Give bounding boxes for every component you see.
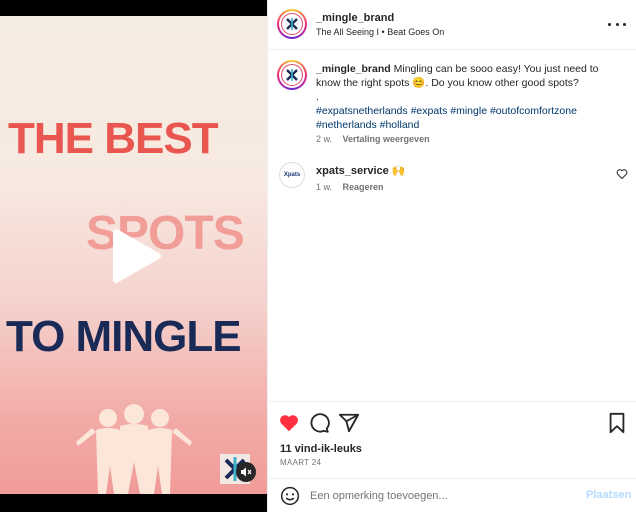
header-avatar[interactable] xyxy=(277,9,307,39)
video-player[interactable]: THE BEST SPOTS TO MINGLE xyxy=(0,16,267,494)
video-text-line1: THE BEST xyxy=(8,114,219,163)
heart-icon[interactable] xyxy=(278,412,300,434)
post-header: _mingle_brand The All Seeing I • Beat Go… xyxy=(268,0,636,50)
comment-time[interactable]: 1 w. xyxy=(316,182,332,192)
add-comment-bar: Plaatsen xyxy=(268,478,636,512)
video-text-line3: TO MINGLE xyxy=(6,312,242,361)
comment-like-icon[interactable] xyxy=(616,168,628,180)
post-panel: _mingle_brand The All Seeing I • Beat Go… xyxy=(267,0,636,512)
mute-icon xyxy=(241,467,252,477)
emoji-icon[interactable] xyxy=(280,486,300,506)
comment-avatar[interactable]: Xpats xyxy=(279,162,305,188)
comment-username[interactable]: xpats_service 🙌 xyxy=(316,164,406,177)
likes-count[interactable]: 11 vind-ik-leuks xyxy=(280,443,362,455)
post-comment-button[interactable]: Plaatsen xyxy=(586,489,631,501)
caption-hashtags[interactable]: #expatsnetherlands #expats #mingle #outo… xyxy=(316,105,577,131)
comment-meta: 1 w. Reageren xyxy=(316,182,392,192)
mute-button[interactable] xyxy=(236,462,256,482)
friends-illustration xyxy=(76,404,192,494)
share-icon[interactable] xyxy=(338,412,360,434)
translate-button[interactable]: Vertaling weergeven xyxy=(343,134,430,144)
action-bar xyxy=(268,401,636,441)
caption-avatar[interactable] xyxy=(277,60,307,90)
header-username[interactable]: _mingle_brand xyxy=(316,12,394,24)
bookmark-icon[interactable] xyxy=(606,412,628,434)
play-icon[interactable] xyxy=(112,228,162,284)
caption-dot: . xyxy=(316,91,319,103)
post-media[interactable]: THE BEST SPOTS TO MINGLE xyxy=(0,0,267,512)
post-date: MAART 24 xyxy=(280,458,322,467)
caption-username[interactable]: _mingle_brand xyxy=(316,63,391,75)
reply-button[interactable]: Reageren xyxy=(343,182,384,192)
more-icon[interactable] xyxy=(608,17,626,31)
comment-icon[interactable] xyxy=(308,412,330,434)
caption-time[interactable]: 2 w. xyxy=(316,134,332,144)
caption-meta: 2 w. Vertaling weergeven xyxy=(316,134,438,144)
video-text-line2: SPOTS xyxy=(86,207,245,260)
comment-input[interactable] xyxy=(310,487,570,505)
post-caption: _mingle_brand Mingling can be sooo easy!… xyxy=(316,62,616,132)
audio-label[interactable]: The All Seeing I • Beat Goes On xyxy=(316,27,444,37)
